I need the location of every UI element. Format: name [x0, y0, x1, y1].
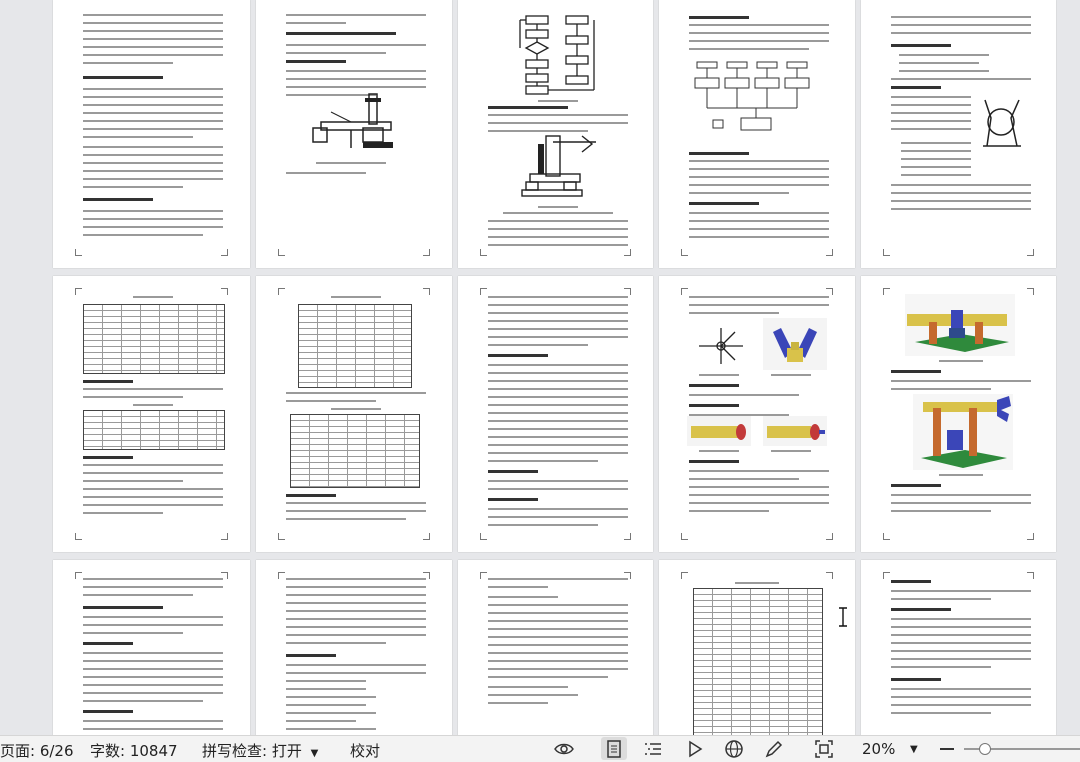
data-table: [298, 304, 412, 388]
data-table: [83, 410, 225, 450]
manipulator-diagram: [521, 135, 596, 197]
pneumatic-circuit-diagram: [694, 61, 810, 131]
base-3d-render: [905, 294, 1015, 356]
data-table: [290, 414, 420, 488]
page-thumbnail[interactable]: [861, 276, 1056, 552]
arm-assembly-3d-render: [913, 394, 1013, 470]
globe-icon[interactable]: [724, 739, 744, 759]
flowchart-diagram: [519, 15, 595, 95]
page-thumbnail[interactable]: [53, 560, 250, 735]
gripper-sketch: [699, 328, 743, 364]
outline-view-icon[interactable]: [643, 739, 663, 759]
zoom-slider-handle[interactable]: [979, 743, 992, 755]
chevron-down-icon[interactable]: ▼: [910, 744, 918, 755]
chevron-down-icon: ▼: [310, 748, 319, 759]
wrist-3d-render: [687, 416, 751, 446]
arm-3d-render: [763, 416, 827, 446]
page-thumbnail[interactable]: [256, 276, 452, 552]
page-thumbnail[interactable]: [458, 0, 653, 268]
play-icon[interactable]: [685, 739, 705, 759]
proofread-button[interactable]: 校对: [350, 740, 380, 761]
fit-screen-icon[interactable]: [814, 739, 834, 759]
page-thumbnail[interactable]: [861, 560, 1056, 735]
page-thumbnail[interactable]: [861, 0, 1056, 268]
page-thumbnail[interactable]: [53, 0, 250, 268]
gripper-3d-render: [763, 318, 827, 370]
spellcheck-toggle[interactable]: 拼写检查: 打开 ▼: [202, 740, 318, 761]
page-thumbnail[interactable]: [256, 560, 452, 735]
page-thumbnail[interactable]: [256, 0, 452, 268]
spellcheck-label: 拼写检查: 打开: [202, 742, 302, 760]
page-thumbnail[interactable]: [659, 276, 855, 552]
document-canvas[interactable]: [0, 0, 1080, 735]
page-indicator[interactable]: 页面: 6/26: [0, 740, 74, 761]
page-thumbnail[interactable]: [458, 276, 653, 552]
zoom-level[interactable]: 20%: [862, 740, 895, 758]
status-bar: 页面: 6/26 字数: 10847 拼写检查: 打开 ▼ 校对 20% ▼: [0, 735, 1080, 762]
page-thumbnail[interactable]: [659, 560, 855, 735]
pen-icon[interactable]: [764, 739, 784, 759]
word-count[interactable]: 字数: 10847: [90, 740, 178, 761]
text-cursor-icon: [839, 607, 847, 627]
page-thumbnail[interactable]: [458, 560, 653, 735]
page-thumbnail[interactable]: [659, 0, 855, 268]
zoom-out-button[interactable]: [940, 748, 954, 750]
page-view-icon[interactable]: [604, 739, 624, 759]
io-table: [693, 588, 823, 735]
data-table: [83, 304, 225, 374]
gripper-diagram: [983, 99, 1021, 147]
page-thumbnail[interactable]: [53, 276, 250, 552]
eye-icon[interactable]: [554, 739, 574, 759]
mechanism-diagram: [312, 93, 393, 148]
